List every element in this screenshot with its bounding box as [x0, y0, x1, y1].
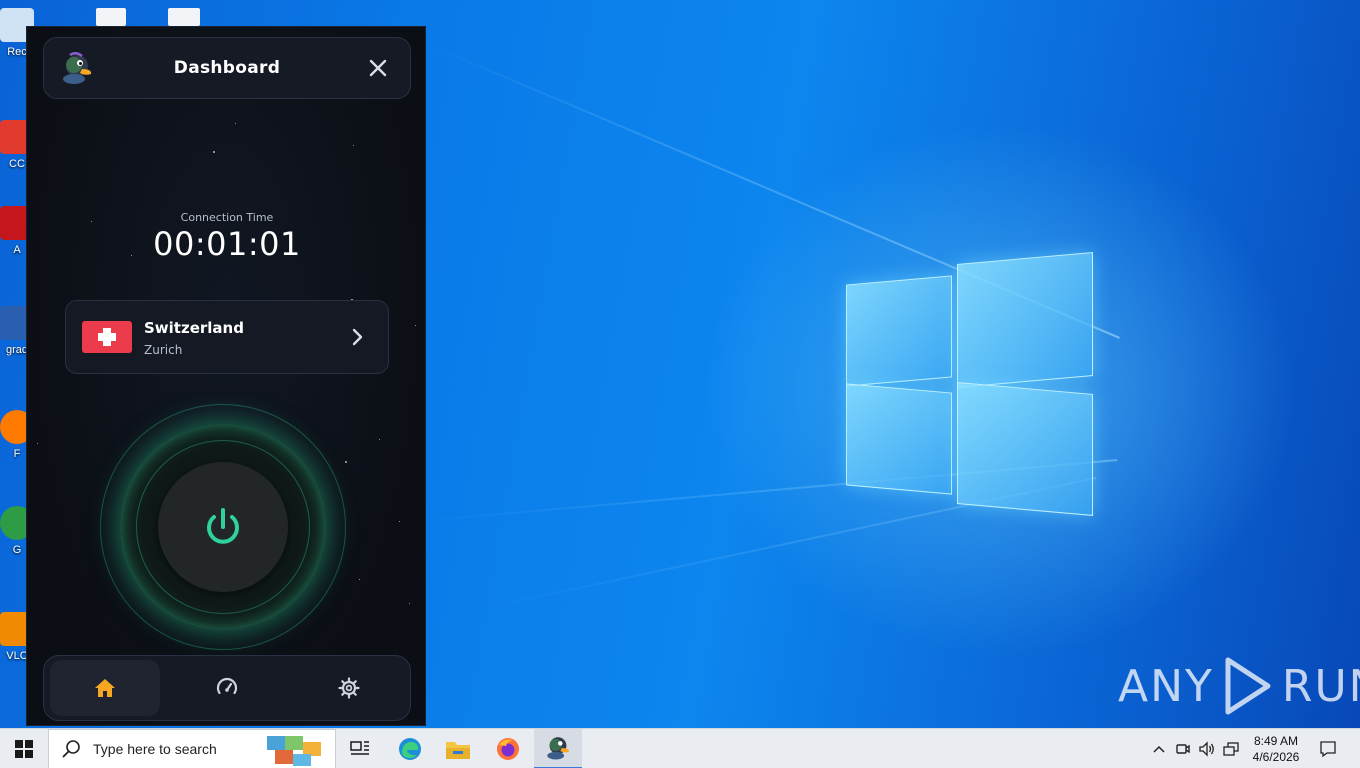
nav-settings[interactable]: [294, 660, 404, 716]
nav-speed-test[interactable]: [172, 660, 282, 716]
taskbar: Type here to search 8:49 AM 4/6/2026: [0, 728, 1360, 768]
tray-volume[interactable]: [1196, 729, 1218, 768]
task-view-icon: [350, 741, 369, 755]
notification-center-button[interactable]: [1314, 729, 1342, 768]
tray-network[interactable]: [1220, 729, 1242, 768]
power-icon: [207, 508, 239, 544]
clock-date: 4/6/2026: [1252, 750, 1300, 764]
speaker-icon: [1199, 741, 1214, 757]
start-button[interactable]: [0, 729, 48, 768]
close-icon[interactable]: [366, 56, 390, 80]
network-icon: [1223, 742, 1239, 756]
taskbar-search[interactable]: Type here to search: [48, 729, 336, 768]
switzerland-flag-icon: [82, 321, 132, 353]
tray-meet-now[interactable]: [1172, 729, 1194, 768]
taskbar-clock[interactable]: 8:49 AM 4/6/2026: [1244, 733, 1308, 765]
edge-icon: [399, 738, 421, 760]
star: [213, 151, 215, 153]
clock-time: 8:49 AM: [1253, 734, 1299, 748]
desktop-icon-word[interactable]: [168, 8, 200, 26]
search-placeholder: Type here to search: [93, 741, 217, 757]
bottom-nav: [43, 655, 411, 721]
taskbar-edge[interactable]: [386, 729, 434, 768]
star: [37, 443, 38, 444]
duck-logo-icon: [63, 52, 92, 84]
desktop-icon-document[interactable]: [96, 8, 126, 26]
windows-start-icon: [15, 740, 33, 758]
folder-icon: [446, 742, 470, 759]
nav-home[interactable]: [50, 660, 160, 716]
firefox-icon: [497, 738, 519, 760]
star: [399, 521, 400, 522]
star: [359, 579, 360, 580]
search-icon: [62, 740, 80, 758]
star: [235, 123, 236, 124]
server-city: Zurich: [144, 343, 183, 357]
star: [353, 145, 354, 146]
chevron-right-icon: [352, 328, 363, 346]
taskbar-file-explorer[interactable]: [434, 729, 482, 768]
search-highlight-icon: [267, 736, 321, 766]
connection-time-value: 00:01:01: [153, 225, 301, 263]
anyrun-watermark: ANY RUN: [1118, 656, 1360, 716]
star: [409, 603, 410, 604]
gear-icon: [338, 677, 360, 699]
chevron-up-icon: [1153, 745, 1165, 753]
speedometer-icon: [216, 677, 238, 695]
vpn-app-window: Dashboard Connection Time 00:01:01 Switz…: [26, 26, 426, 726]
power-button-area: [100, 404, 346, 650]
taskbar-firefox[interactable]: [484, 729, 532, 768]
show-hidden-icons-button[interactable]: [1148, 729, 1170, 768]
duck-logo-icon: [547, 737, 569, 760]
taskbar-vpn-app[interactable]: [534, 729, 582, 768]
app-header: Dashboard: [43, 37, 411, 99]
server-selector[interactable]: Switzerland Zurich: [65, 300, 389, 374]
home-icon: [95, 679, 115, 697]
windows-logo-wallpaper: [846, 252, 1094, 516]
notification-icon: [1320, 741, 1336, 758]
star: [415, 325, 416, 326]
play-icon: [1225, 657, 1271, 715]
power-button[interactable]: [158, 462, 288, 592]
server-country: Switzerland: [144, 319, 244, 337]
app-title: Dashboard: [173, 58, 281, 78]
task-view-button[interactable]: [336, 729, 384, 768]
star: [379, 439, 380, 440]
camera-icon: [1176, 744, 1190, 754]
connection-time-label: Connection Time: [180, 211, 274, 224]
